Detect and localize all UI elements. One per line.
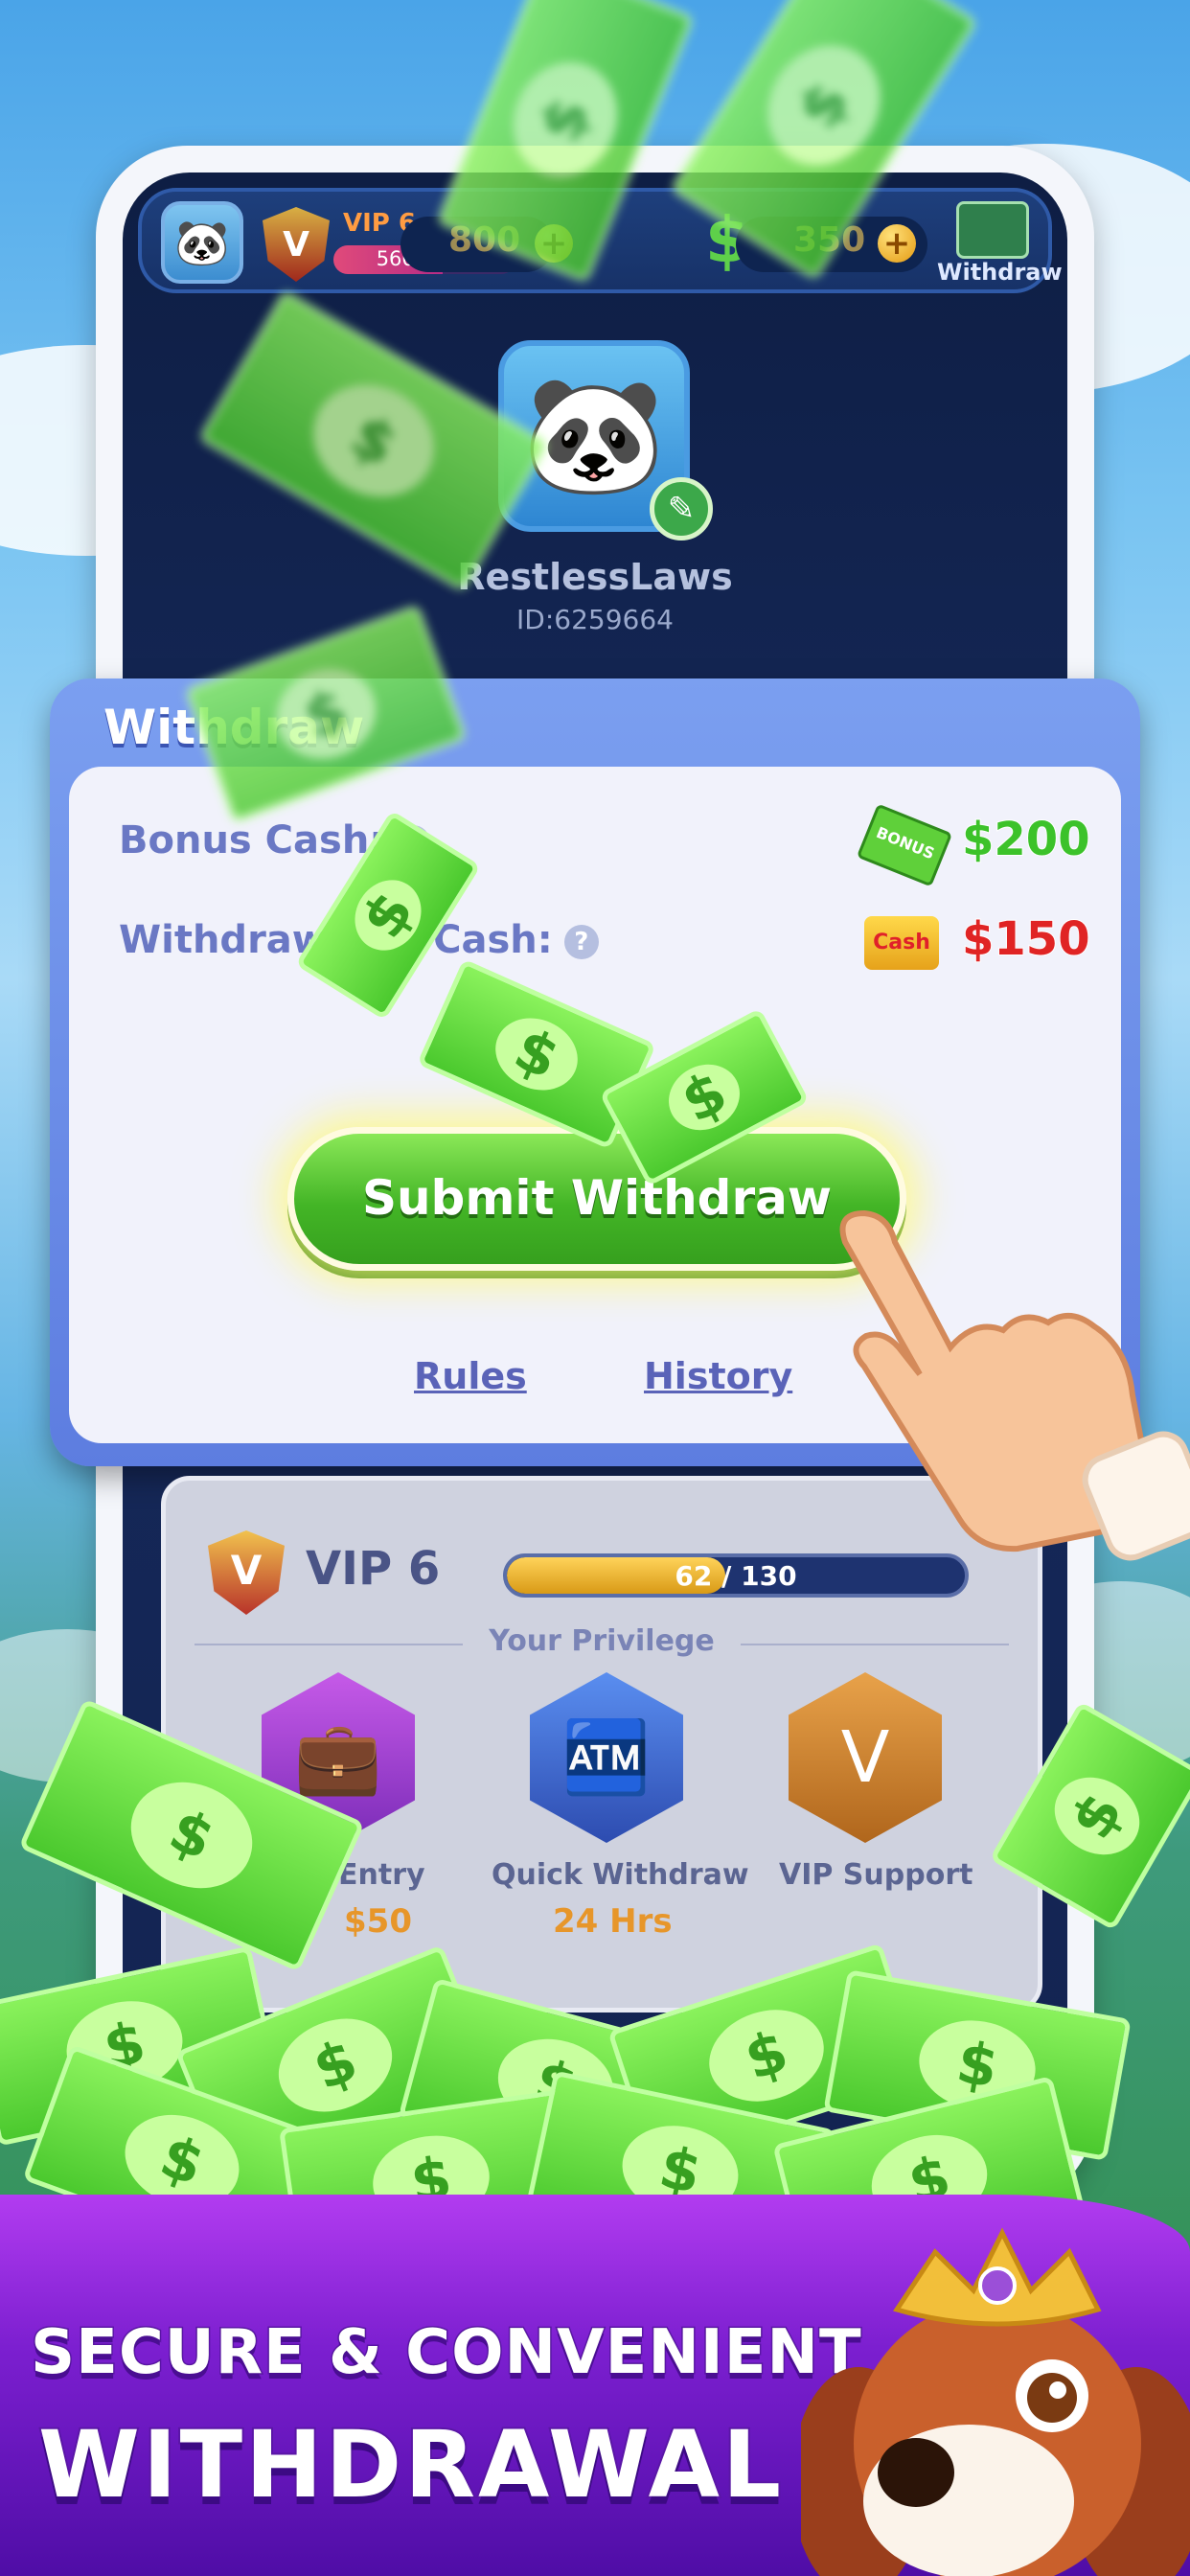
user-id: ID:6259664 bbox=[516, 604, 674, 635]
bonus-ticket-icon: BONUS bbox=[856, 803, 953, 887]
bonus-cash-amount: $200 bbox=[961, 812, 1091, 867]
withdrawable-cash-amount: $150 bbox=[961, 911, 1091, 967]
privilege-name: Entry bbox=[338, 1858, 425, 1892]
withdraw-machine-icon[interactable] bbox=[956, 201, 1029, 259]
pointing-hand-icon bbox=[839, 1209, 1190, 1561]
vip-support-icon[interactable]: V bbox=[789, 1672, 942, 1843]
banner-headline-2: WITHDRAWAL bbox=[36, 2409, 785, 2520]
vip-badge-icon: V bbox=[208, 1530, 285, 1615]
banner-headline-1: SECURE & CONVENIENT bbox=[30, 2316, 863, 2390]
bonus-cash-label: Bonus Cash: bbox=[119, 818, 385, 862]
cash-gold-icon: Cash bbox=[864, 916, 939, 970]
edit-profile-button[interactable]: ✎ bbox=[650, 477, 713, 540]
quick-withdraw-icon[interactable]: 🏧 bbox=[530, 1672, 683, 1843]
privilege-title: Your Privilege bbox=[489, 1624, 715, 1658]
vip-level-title: VIP 6 bbox=[306, 1542, 441, 1596]
privilege-value: 24 Hrs bbox=[553, 1902, 673, 1941]
history-link[interactable]: History bbox=[644, 1355, 792, 1397]
privilege-name: VIP Support bbox=[779, 1858, 973, 1892]
panda-avatar-icon[interactable]: 🐼 bbox=[161, 201, 243, 284]
vip-shield-icon[interactable]: V bbox=[263, 207, 330, 282]
rules-link[interactable]: Rules bbox=[414, 1355, 527, 1397]
privilege-value: $50 bbox=[344, 1902, 412, 1941]
puppy-mascot-icon bbox=[801, 2227, 1190, 2576]
username: RestlessLaws bbox=[457, 556, 733, 598]
withdraw-shortcut-label[interactable]: Withdraw bbox=[937, 259, 1063, 286]
add-cash-button[interactable]: + bbox=[878, 224, 916, 263]
withdrawable-help-icon[interactable]: ? bbox=[563, 925, 599, 959]
privilege-name: Quick Withdraw bbox=[492, 1858, 749, 1892]
